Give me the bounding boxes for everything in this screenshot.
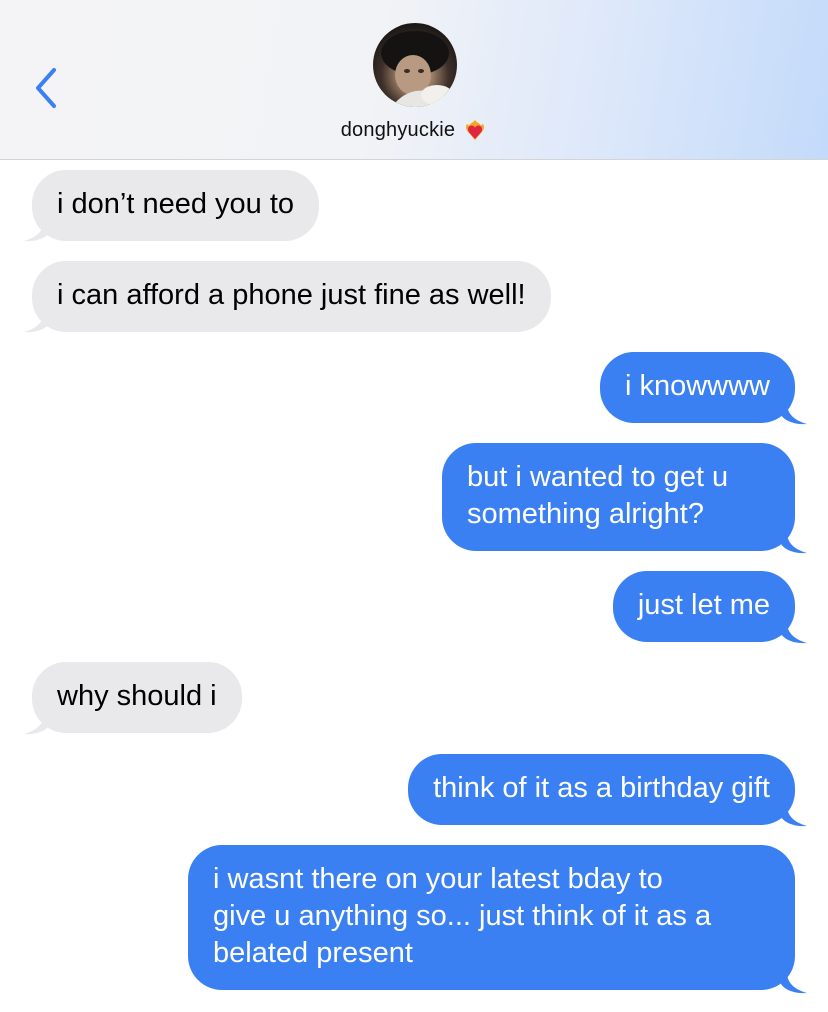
- message-bubble-outgoing[interactable]: i wasnt there on your latest bday to giv…: [188, 845, 795, 990]
- message-bubble-incoming[interactable]: i can afford a phone just fine as well!: [32, 261, 551, 332]
- message-text: i knowwww: [624, 370, 770, 402]
- message-bubble-outgoing[interactable]: think of it as a birthday gift: [408, 754, 795, 825]
- message-text: i can afford a phone just fine as well!: [57, 279, 526, 311]
- message-text: just let me: [637, 589, 770, 621]
- message-bubble-incoming[interactable]: why should i: [32, 662, 242, 733]
- message-bubble-incoming[interactable]: i don’t need you to: [32, 170, 320, 241]
- message-text-line: i wasnt there on your latest bday to: [213, 863, 663, 895]
- message-bubble-outgoing[interactable]: just let me: [612, 571, 795, 642]
- message-bubble-outgoing[interactable]: but i wanted to get u something alright?: [442, 443, 795, 551]
- message-text-line: give u anything so... just think of it a…: [213, 900, 712, 932]
- message-text: why should i: [57, 680, 217, 712]
- message-text-line: but i wanted to get u: [467, 461, 729, 493]
- message-text-line: belated present: [213, 937, 413, 969]
- message-bubble-outgoing[interactable]: i knowwww: [599, 352, 795, 423]
- message-text: i don’t need you to: [57, 188, 295, 220]
- message-thread[interactable]: i don’t need you to i can afford a phone…: [0, 0, 828, 1012]
- message-text-line: something alright?: [467, 498, 704, 530]
- message-text: think of it as a birthday gift: [433, 772, 770, 804]
